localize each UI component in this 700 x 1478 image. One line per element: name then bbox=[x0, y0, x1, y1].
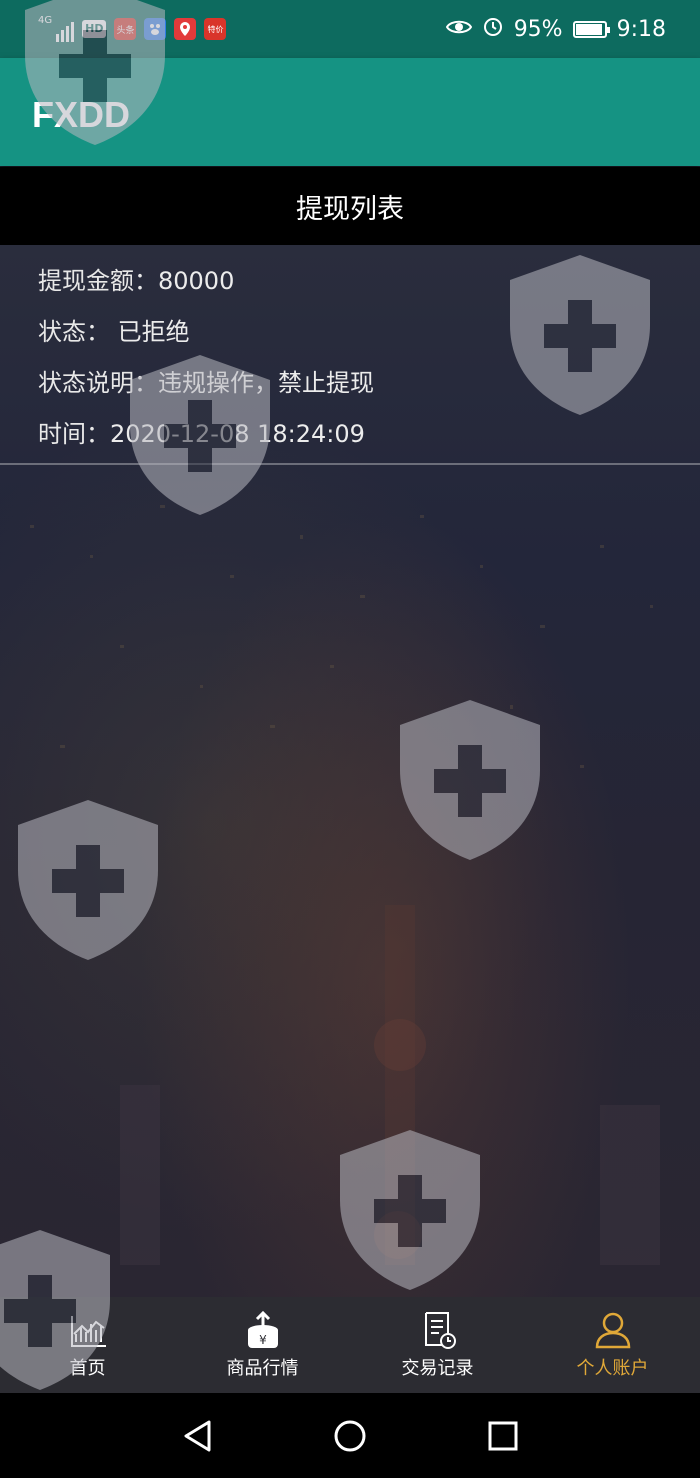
system-nav-bar bbox=[0, 1393, 700, 1478]
user-icon bbox=[595, 1312, 630, 1349]
note-label: 状态说明： bbox=[38, 369, 158, 397]
back-triangle-icon bbox=[184, 1420, 211, 1451]
status-bar-right: 95% 9:18 bbox=[445, 14, 666, 44]
home-button[interactable] bbox=[330, 1416, 370, 1456]
alarm-icon bbox=[482, 15, 504, 43]
amount-row: 提现金额：80000 bbox=[38, 261, 234, 296]
time-row: 时间：2020-12-08 18:24:09 bbox=[38, 414, 365, 449]
home-circle-icon bbox=[334, 1420, 366, 1451]
tab-account[interactable]: 个人账户 bbox=[525, 1297, 700, 1393]
recents-square-icon bbox=[488, 1421, 518, 1450]
amount-value: 80000 bbox=[158, 267, 235, 295]
app-bar: FXDD bbox=[0, 58, 700, 166]
content-area: 提现金额：80000 状态： 已拒绝 状态说明：违规操作，禁止提现 时间：202… bbox=[0, 245, 700, 1297]
amount-label: 提现金额： bbox=[38, 267, 158, 295]
time-value: 2020-12-08 18:24:09 bbox=[110, 420, 365, 448]
toutiao-app-icon: 头条 bbox=[114, 18, 137, 40]
baidu-app-icon bbox=[144, 18, 167, 40]
tab-home-label: 首页 bbox=[69, 1358, 106, 1379]
clock: 9:18 bbox=[616, 16, 666, 42]
app-title: FXDD bbox=[32, 94, 130, 135]
status-label: 状态： bbox=[38, 318, 110, 346]
bottom-tab-bar: 首页 ¥ 商品行情 交易记录 个人账户 bbox=[0, 1297, 700, 1393]
tab-market[interactable]: ¥ 商品行情 bbox=[175, 1297, 350, 1393]
tejia-app-icon: 特价 bbox=[204, 18, 227, 40]
svg-text:¥: ¥ bbox=[259, 1333, 267, 1347]
battery-percent: 95% bbox=[513, 16, 563, 42]
document-clock-icon bbox=[424, 1312, 456, 1349]
status-row: 状态： 已拒绝 bbox=[38, 312, 190, 347]
withdrawal-record: 提现金额：80000 状态： 已拒绝 状态说明：违规操作，禁止提现 时间：202… bbox=[0, 245, 700, 465]
battery-icon bbox=[572, 20, 610, 38]
status-bar-left: 4G HD 头条 特价 bbox=[38, 14, 227, 44]
tab-trade-records[interactable]: 交易记录 bbox=[350, 1297, 525, 1393]
tab-market-label: 商品行情 bbox=[226, 1358, 299, 1379]
time-label: 时间： bbox=[38, 420, 110, 448]
tab-trade-records-label: 交易记录 bbox=[401, 1358, 474, 1379]
city-background-image bbox=[30, 505, 660, 1265]
page-title: 提现列表 bbox=[0, 167, 700, 245]
note-value: 违规操作，禁止提现 bbox=[158, 369, 374, 397]
signal-icon: 4G bbox=[38, 15, 75, 42]
status-value: 已拒绝 bbox=[117, 318, 190, 346]
network-type: 4G bbox=[38, 15, 53, 26]
recents-button[interactable] bbox=[483, 1416, 523, 1456]
map-app-icon bbox=[174, 18, 197, 40]
eye-icon bbox=[445, 17, 472, 42]
tab-home[interactable]: 首页 bbox=[0, 1297, 175, 1393]
hd-badge: HD bbox=[82, 20, 107, 38]
back-button[interactable] bbox=[177, 1416, 217, 1456]
yen-box-icon: ¥ bbox=[247, 1310, 278, 1348]
note-row: 状态说明：违规操作，禁止提现 bbox=[38, 363, 374, 398]
status-bar: 4G HD 头条 特价 95% 9:18 bbox=[0, 0, 700, 58]
chart-icon bbox=[70, 1316, 106, 1347]
tab-account-label: 个人账户 bbox=[576, 1358, 649, 1379]
